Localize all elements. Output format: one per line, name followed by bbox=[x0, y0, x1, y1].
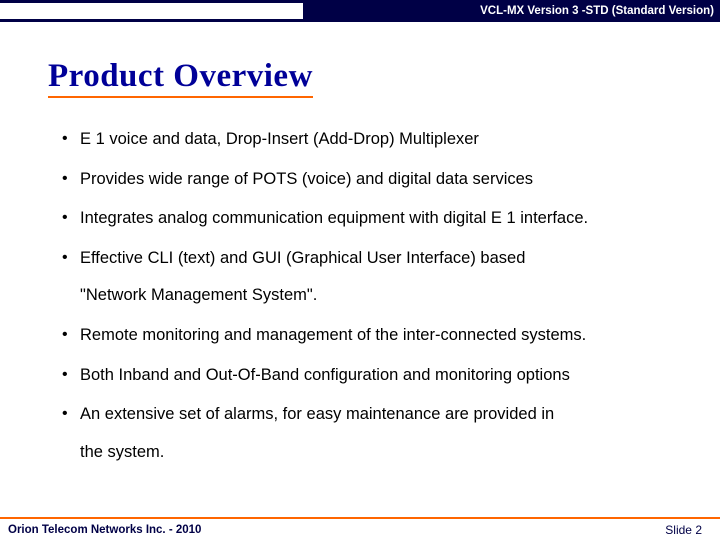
list-item: An extensive set of alarms, for easy mai… bbox=[60, 395, 675, 472]
list-item: E 1 voice and data, Drop-Insert (Add-Dro… bbox=[60, 120, 675, 160]
list-item: Both Inband and Out-Of-Band configuratio… bbox=[60, 356, 675, 396]
slide-header: VCL-MX Version 3 -STD (Standard Version) bbox=[0, 0, 720, 22]
list-item: Effective CLI (text) and GUI (Graphical … bbox=[60, 239, 675, 316]
slide-footer: Orion Telecom Networks Inc. - 2010 Slide… bbox=[0, 517, 720, 540]
bullet-cont: the system. bbox=[80, 433, 675, 473]
list-item: Remote monitoring and management of the … bbox=[60, 316, 675, 356]
version-text: VCL-MX Version 3 -STD (Standard Version) bbox=[480, 5, 714, 17]
bullet-text: Provides wide range of POTS (voice) and … bbox=[80, 170, 533, 188]
header-rule-left bbox=[0, 0, 303, 22]
slide-title: Product Overview bbox=[48, 58, 313, 98]
bullet-text: Effective CLI (text) and GUI (Graphical … bbox=[80, 249, 525, 267]
bullet-text: E 1 voice and data, Drop-Insert (Add-Dro… bbox=[80, 130, 479, 148]
footer-slide-number: Slide 2 bbox=[665, 523, 702, 537]
bullet-cont: "Network Management System". bbox=[80, 276, 675, 316]
list-item: Provides wide range of POTS (voice) and … bbox=[60, 160, 675, 200]
list-item: Integrates analog communication equipmen… bbox=[60, 199, 675, 239]
header-version-bar: VCL-MX Version 3 -STD (Standard Version) bbox=[303, 0, 720, 22]
footer-company: Orion Telecom Networks Inc. - 2010 bbox=[8, 524, 201, 536]
bullet-text: Both Inband and Out-Of-Band configuratio… bbox=[80, 366, 570, 384]
bullet-text: An extensive set of alarms, for easy mai… bbox=[80, 405, 554, 423]
bullet-text: Remote monitoring and management of the … bbox=[80, 326, 586, 344]
bullet-text: Integrates analog communication equipmen… bbox=[80, 209, 588, 227]
bullet-list: E 1 voice and data, Drop-Insert (Add-Dro… bbox=[60, 120, 675, 472]
